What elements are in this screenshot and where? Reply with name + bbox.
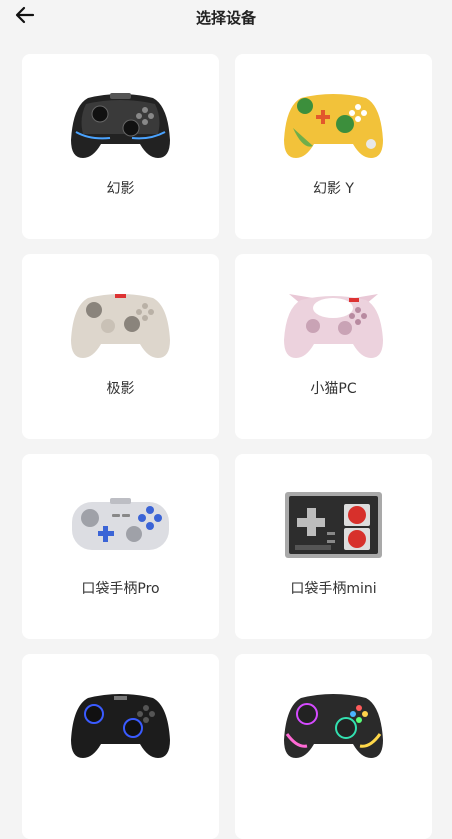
device-card-7[interactable]	[22, 654, 219, 839]
pink-cat-gamepad-image	[284, 294, 383, 358]
black-transparent-gamepad-image	[71, 93, 170, 158]
black-blue-ring-gamepad-image	[71, 694, 170, 758]
retro-nes-gamepad-image	[285, 492, 382, 558]
device-card-8[interactable]	[235, 654, 432, 839]
yellow-green-gamepad-image	[284, 94, 383, 158]
top-bar: 选择设备	[0, 0, 452, 34]
device-card-2[interactable]: 幻影 Y	[235, 54, 432, 239]
device-card-4[interactable]: 小猫PC	[235, 254, 432, 439]
device-card-1[interactable]: 幻影	[22, 54, 219, 239]
rgb-transparent-gamepad-image	[284, 694, 383, 758]
device-name: 极影	[106, 381, 135, 397]
page-title: 选择设备	[195, 9, 256, 27]
device-name: 小猫PC	[310, 381, 357, 397]
beige-gamepad-image	[71, 294, 170, 358]
device-card-5[interactable]: 口袋手柄Pro	[22, 454, 219, 639]
grey-pocket-gamepad-image	[72, 498, 169, 550]
device-name: 口袋手柄mini	[290, 581, 377, 597]
device-card-6[interactable]: 口袋手柄mini	[235, 454, 432, 639]
device-name: 幻影 Y	[312, 181, 354, 197]
device-card-3[interactable]: 极影	[22, 254, 219, 439]
device-name: 幻影	[106, 181, 135, 197]
device-name: 口袋手柄Pro	[81, 581, 160, 597]
